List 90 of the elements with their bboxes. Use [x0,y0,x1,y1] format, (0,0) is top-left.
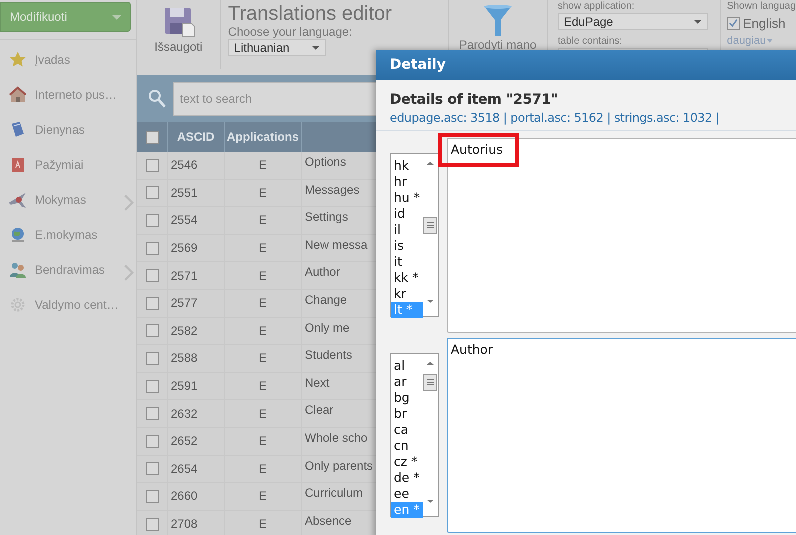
table-cell: 2654 [168,456,225,484]
listbox-item[interactable]: cn [391,438,423,454]
field-label: Choose your language: [228,25,354,39]
checkbox[interactable] [146,407,158,420]
listbox-item[interactable]: cz * [391,454,423,470]
checkbox[interactable] [146,130,158,144]
checkbox[interactable] [146,380,158,393]
checkbox[interactable] [727,17,740,30]
listbox-item[interactable]: ee [391,486,423,502]
language-listbox[interactable]: hk hr hu * id il is it kk * kr lt * [390,153,439,317]
grade-book-icon [9,156,27,174]
table-cell: 2554 [168,207,225,235]
listbox-item[interactable]: de * [391,470,423,486]
dialog-heading: Details of item "2571" [390,92,560,108]
people-icon [9,260,27,278]
plane-icon [9,190,27,208]
checkbox-label: English [743,16,786,31]
checkbox[interactable] [146,158,158,172]
dialog-title: Detaily [376,50,796,80]
listbox-item[interactable]: hu * [391,190,423,206]
table-cell: E [225,290,302,318]
listbox-item[interactable]: br [391,406,423,422]
field-label: Shown languag [727,1,796,12]
caret-icon [312,46,320,50]
table-cell: E [225,428,302,456]
check-icon [729,19,738,28]
floppy-disk-icon [162,6,195,38]
table-cell: 2582 [168,318,225,346]
checkbox[interactable] [146,462,158,476]
listbox-item[interactable]: is [391,238,423,254]
listbox-item[interactable]: hk [391,158,423,174]
caret-icon [112,14,122,20]
table-cell: E [225,152,302,180]
table-cell: 2652 [168,428,225,456]
globe-icon [9,226,27,244]
checkbox[interactable] [146,214,158,227]
application-select[interactable]: EduPage [558,13,708,30]
table-cell: E [225,207,302,235]
checkbox[interactable] [146,434,158,448]
listbox-item[interactable]: kk * [391,270,423,286]
table-cell: E [225,345,302,373]
checkbox[interactable] [146,518,158,531]
caret-icon [767,39,774,43]
checkbox[interactable] [146,352,158,365]
page-title: Translations editor [228,3,394,25]
table-cell: E [225,510,302,535]
table-cell: E [225,456,302,484]
field-label: show application: [558,1,636,12]
table-cell: 2588 [168,345,225,373]
translation-field[interactable]: Author [447,338,796,533]
table-cell: E [225,483,302,511]
save-button[interactable]: Išsaugoti [137,0,220,75]
caret-icon [694,20,702,24]
table-cell: 2632 [168,400,225,428]
table-cell: E [225,262,302,290]
funnel-icon [483,4,513,38]
book-icon [9,120,27,138]
search-icon [148,88,166,108]
table-cell: E [225,400,302,428]
checkbox[interactable] [146,242,158,255]
table-cell: 2546 [168,152,225,180]
gear-icon [9,296,27,314]
table-cell: 2591 [168,372,225,400]
checkbox[interactable] [146,186,158,200]
star-icon [9,50,27,68]
listbox-item[interactable]: id [391,206,423,222]
checkbox[interactable] [146,296,158,310]
listbox-item[interactable]: ar [391,374,423,390]
table-cell: 2660 [168,483,225,511]
table-cell: 2577 [168,290,225,318]
language-select[interactable]: Lithuanian [228,39,326,56]
table-cell: 2569 [168,234,225,262]
source-links[interactable]: edupage.asc: 3518 | portal.asc: 5162 | strings.asc: 1032 | [390,111,796,125]
table-cell: 2708 [168,510,225,535]
table-cell: 2551 [168,180,225,208]
table-cell: E [225,180,302,208]
table-cell: E [225,372,302,400]
listbox-item[interactable]: al [391,358,423,374]
field-label: table contains: [558,36,624,47]
checkbox[interactable] [146,324,158,338]
checkbox[interactable] [146,490,158,503]
checkbox[interactable] [146,269,158,282]
language-listbox[interactable]: al ar bg br ca cn cz * de * ee en * [390,353,439,517]
translation-field[interactable]: Autorius [447,138,796,333]
scroll-thumb [423,217,438,234]
table-cell: E [225,234,302,262]
table-cell: 2571 [168,262,225,290]
scroll-thumb [423,374,438,391]
house-icon [9,86,27,104]
table-cell: E [225,318,302,346]
